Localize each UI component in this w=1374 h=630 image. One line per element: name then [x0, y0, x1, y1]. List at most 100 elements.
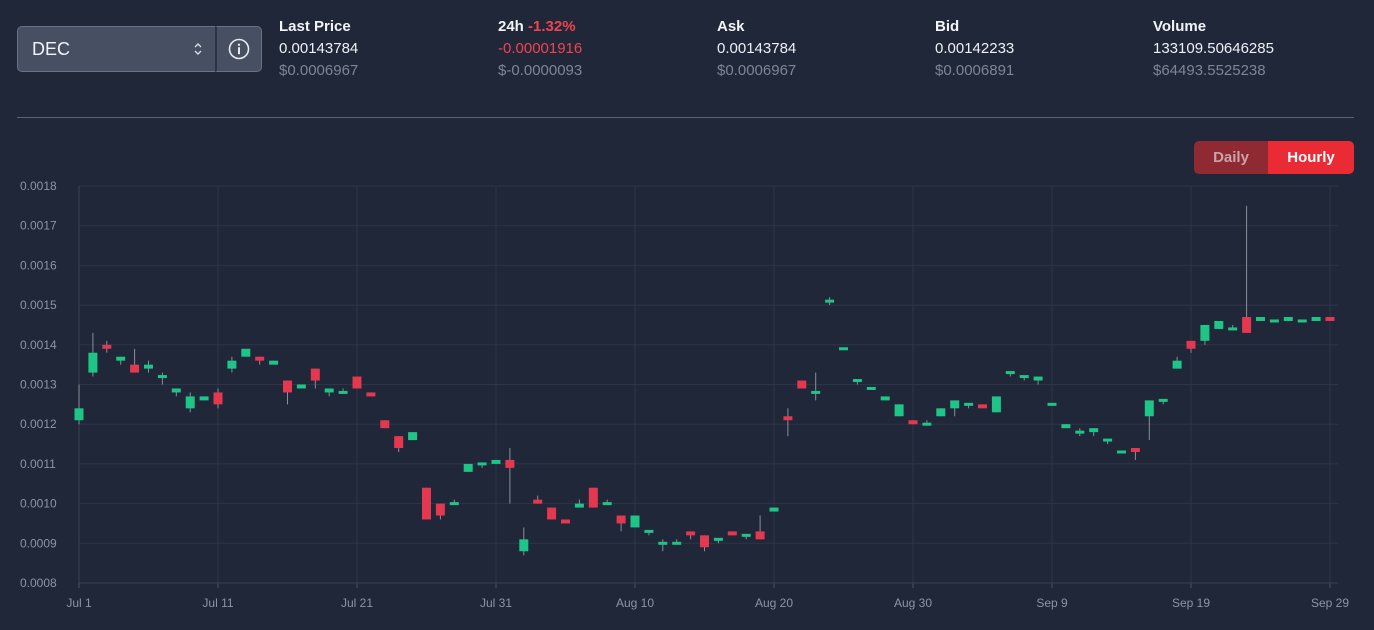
- candle[interactable]: [616, 515, 626, 532]
- candle[interactable]: [380, 420, 390, 429]
- candle[interactable]: [783, 408, 793, 437]
- candle[interactable]: [1144, 400, 1154, 441]
- candle[interactable]: [1130, 448, 1140, 460]
- candle-body-up: [1061, 424, 1071, 429]
- candle[interactable]: [227, 356, 237, 373]
- candle[interactable]: [1325, 317, 1335, 321]
- candle[interactable]: [741, 533, 751, 540]
- candle[interactable]: [1005, 371, 1015, 377]
- candle[interactable]: [199, 396, 209, 401]
- token-select[interactable]: DEC: [17, 26, 216, 72]
- candle[interactable]: [505, 448, 515, 504]
- candle[interactable]: [1214, 320, 1224, 329]
- candle[interactable]: [1089, 428, 1099, 437]
- candle[interactable]: [991, 396, 1001, 413]
- candle[interactable]: [1242, 205, 1252, 333]
- candle[interactable]: [88, 332, 98, 377]
- candle-body-up: [1158, 398, 1168, 402]
- candle[interactable]: [533, 495, 543, 504]
- candle[interactable]: [74, 384, 84, 425]
- candle[interactable]: [519, 527, 529, 556]
- candle[interactable]: [1117, 450, 1126, 454]
- hourly-button[interactable]: Hourly: [1268, 141, 1354, 174]
- candle[interactable]: [964, 402, 974, 409]
- candle[interactable]: [1075, 428, 1085, 437]
- candle[interactable]: [255, 356, 265, 365]
- candle[interactable]: [144, 360, 153, 373]
- candle[interactable]: [866, 386, 876, 390]
- candle[interactable]: [574, 499, 584, 508]
- candle[interactable]: [922, 420, 932, 426]
- candle[interactable]: [894, 404, 904, 417]
- candle[interactable]: [352, 376, 362, 389]
- candle[interactable]: [839, 347, 848, 351]
- candle[interactable]: [408, 432, 418, 441]
- daily-button[interactable]: Daily: [1194, 141, 1268, 174]
- candle[interactable]: [811, 372, 821, 401]
- candle[interactable]: [1256, 317, 1265, 321]
- candle[interactable]: [769, 507, 779, 512]
- candle[interactable]: [880, 396, 890, 401]
- candle[interactable]: [102, 340, 112, 353]
- candle[interactable]: [686, 531, 696, 540]
- candle[interactable]: [1228, 324, 1238, 331]
- candle[interactable]: [394, 436, 404, 452]
- candle[interactable]: [713, 537, 723, 544]
- candle[interactable]: [338, 388, 348, 394]
- candle[interactable]: [978, 404, 987, 409]
- candle[interactable]: [1019, 375, 1029, 381]
- candle[interactable]: [157, 372, 167, 385]
- volume-value: 133109.50646285: [1153, 40, 1274, 57]
- candle[interactable]: [449, 499, 459, 506]
- candle[interactable]: [644, 529, 654, 536]
- candle[interactable]: [852, 379, 862, 385]
- candle[interactable]: [185, 392, 195, 413]
- candle[interactable]: [1297, 319, 1307, 323]
- candle[interactable]: [1047, 402, 1057, 406]
- candle[interactable]: [825, 297, 835, 306]
- candle[interactable]: [547, 507, 557, 520]
- candle[interactable]: [213, 388, 223, 409]
- candle[interactable]: [1103, 438, 1113, 445]
- candle[interactable]: [950, 400, 960, 417]
- candle[interactable]: [1186, 340, 1196, 353]
- candle[interactable]: [1269, 319, 1279, 323]
- candle[interactable]: [435, 503, 445, 520]
- candle[interactable]: [1158, 398, 1168, 405]
- price-chart[interactable]: 0.0018 0.0017 0.0016 0.0015 0.0014 0.0013 0.00…: [0, 175, 1374, 630]
- candle[interactable]: [477, 462, 487, 468]
- candle[interactable]: [700, 535, 709, 552]
- candle[interactable]: [296, 384, 306, 389]
- candle[interactable]: [1311, 317, 1321, 321]
- candle[interactable]: [1061, 424, 1071, 429]
- candle[interactable]: [463, 463, 473, 472]
- candle[interactable]: [241, 348, 251, 357]
- candle[interactable]: [797, 380, 807, 389]
- candle[interactable]: [672, 539, 682, 545]
- candle[interactable]: [588, 487, 598, 508]
- candle[interactable]: [310, 368, 320, 389]
- candle[interactable]: [324, 388, 334, 397]
- candle[interactable]: [658, 539, 668, 552]
- candle[interactable]: [630, 515, 640, 528]
- candle[interactable]: [491, 459, 501, 464]
- candle[interactable]: [130, 348, 140, 373]
- candle[interactable]: [171, 388, 181, 397]
- candle[interactable]: [1172, 356, 1182, 369]
- candle[interactable]: [602, 499, 612, 506]
- candle[interactable]: [1033, 376, 1043, 385]
- candle[interactable]: [1200, 324, 1210, 345]
- candle[interactable]: [1283, 317, 1293, 321]
- candle[interactable]: [422, 487, 431, 520]
- candle[interactable]: [561, 519, 570, 524]
- candle[interactable]: [936, 408, 946, 417]
- y-tick-label: 0.0015: [20, 298, 57, 312]
- candle[interactable]: [269, 360, 279, 365]
- candle[interactable]: [755, 515, 765, 540]
- candle[interactable]: [727, 531, 737, 536]
- candle[interactable]: [283, 380, 292, 405]
- candle[interactable]: [366, 392, 376, 397]
- candle[interactable]: [908, 420, 918, 425]
- candle[interactable]: [116, 356, 126, 365]
- info-button[interactable]: [215, 26, 262, 72]
